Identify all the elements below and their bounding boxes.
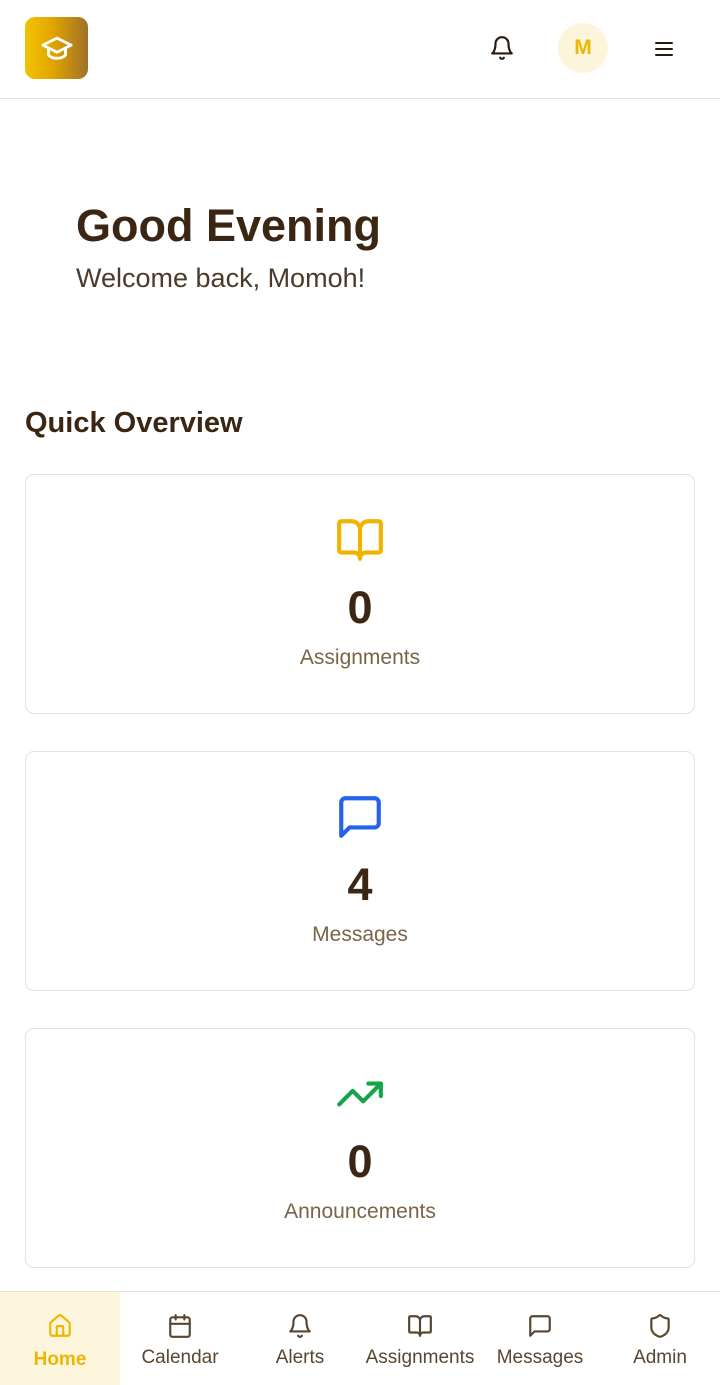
top-app-bar: M — [0, 0, 720, 99]
nav-admin-label: Admin — [633, 1347, 687, 1368]
nav-home-label: Home — [33, 1349, 87, 1370]
announcements-label: Announcements — [284, 1200, 436, 1223]
assignments-count: 0 — [347, 582, 373, 633]
app-logo[interactable] — [25, 17, 88, 79]
nav-alerts-label: Alerts — [275, 1347, 325, 1368]
bell-icon — [287, 1313, 313, 1339]
notifications-button[interactable] — [486, 32, 518, 64]
nav-alerts[interactable]: Alerts — [240, 1292, 360, 1385]
home-icon — [47, 1313, 73, 1339]
user-avatar[interactable]: M — [558, 23, 608, 73]
nav-messages-label: Messages — [496, 1347, 584, 1368]
shield-icon — [647, 1313, 673, 1339]
assignments-label: Assignments — [299, 646, 421, 669]
trending-up-icon — [335, 1069, 385, 1119]
nav-calendar[interactable]: Calendar — [120, 1292, 240, 1385]
greeting-subtitle: Welcome back, Momoh! — [76, 263, 366, 293]
greeting-title: Good Evening — [76, 200, 382, 251]
bottom-navigation: Home Calendar Alerts Assignments Message… — [0, 1291, 720, 1385]
bell-icon — [491, 36, 513, 60]
nav-assignments-label: Assignments — [365, 1347, 475, 1368]
nav-assignments[interactable]: Assignments — [360, 1292, 480, 1385]
menu-button[interactable] — [648, 33, 680, 65]
message-square-icon — [527, 1313, 553, 1339]
nav-home[interactable]: Home — [0, 1292, 120, 1385]
nav-calendar-label: Calendar — [141, 1347, 219, 1368]
messages-card[interactable]: 4 Messages — [25, 751, 695, 991]
messages-label: Messages — [312, 923, 408, 946]
book-open-icon — [407, 1313, 433, 1339]
assignments-card[interactable]: 0 Assignments — [25, 474, 695, 714]
nav-messages[interactable]: Messages — [480, 1292, 600, 1385]
announcements-card[interactable]: 0 Announcements — [25, 1028, 695, 1268]
book-open-icon — [335, 515, 385, 565]
graduation-cap-icon — [40, 36, 73, 60]
nav-admin[interactable]: Admin — [600, 1292, 720, 1385]
quick-overview-title: Quick Overview — [25, 407, 243, 439]
message-square-icon — [335, 792, 385, 842]
announcements-count: 0 — [347, 1136, 373, 1187]
hamburger-menu-icon — [655, 42, 673, 56]
calendar-icon — [167, 1313, 193, 1339]
messages-count: 4 — [347, 859, 373, 910]
greeting-section: Good Evening Welcome back, Momoh! — [76, 199, 381, 295]
